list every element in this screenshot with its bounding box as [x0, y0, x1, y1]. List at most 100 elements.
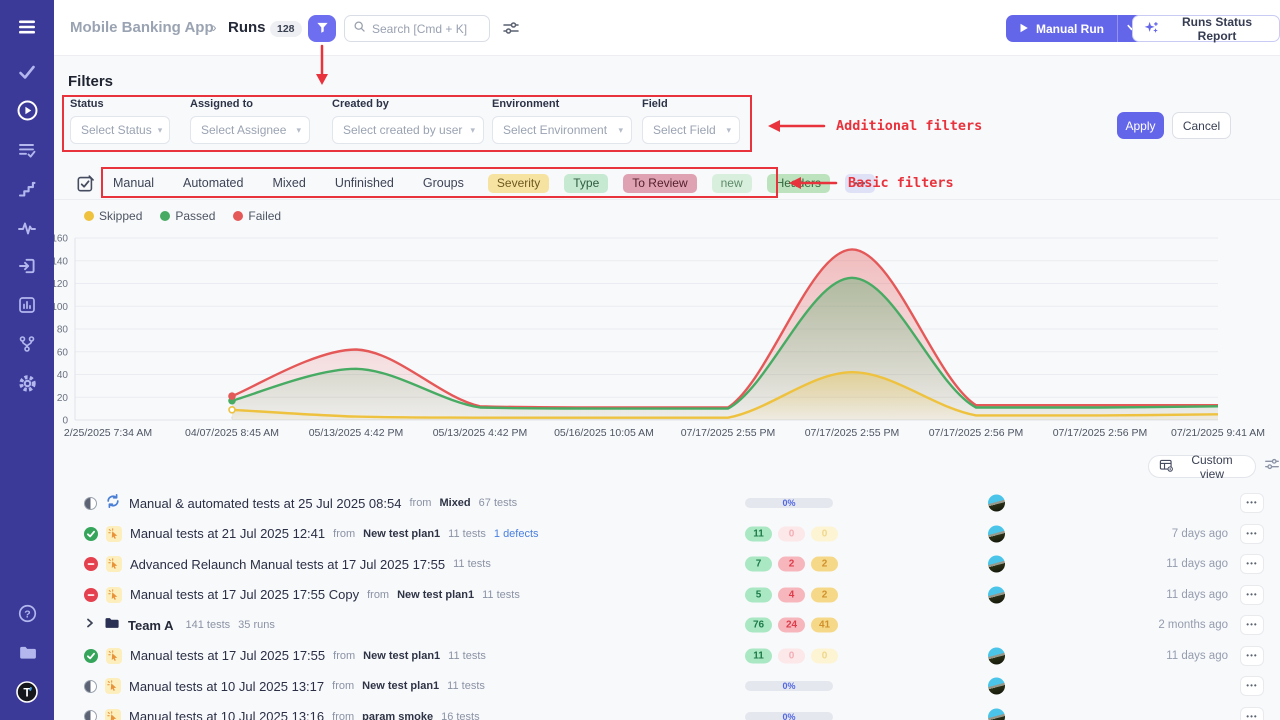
tab-mixed[interactable]: Mixed	[272, 176, 305, 190]
row-menu-button[interactable]: •••	[1240, 707, 1264, 720]
filter-field-environment: EnvironmentSelect Environment▾	[492, 98, 632, 144]
run-tests-count: 16 tests	[441, 711, 480, 720]
skipped-count-badge: 2	[811, 557, 838, 572]
tab-automated[interactable]: Automated	[183, 176, 243, 190]
legend-skipped: Skipped	[84, 209, 142, 223]
in-progress-status-icon	[84, 710, 97, 720]
svg-text:20: 20	[57, 393, 69, 404]
run-title: Manual tests at 17 Jul 2025 17:55	[130, 648, 325, 663]
row-results: 722	[745, 557, 838, 572]
from-label: from	[409, 497, 431, 509]
branch-icon[interactable]	[0, 331, 54, 357]
svg-text:05/13/2025 4:42 PM: 05/13/2025 4:42 PM	[433, 427, 528, 439]
app-logo[interactable]: T	[0, 678, 54, 706]
run-row[interactable]: Manual tests at 17 Jul 2025 17:55fromNew…	[54, 641, 1280, 671]
row-results: 0%	[745, 498, 833, 508]
filter-label: Field	[642, 98, 740, 110]
tag-headers[interactable]: Headers	[767, 174, 830, 193]
bar-chart-icon[interactable]	[0, 292, 54, 318]
stairs-icon[interactable]	[0, 176, 54, 202]
row-menu-button[interactable]: •••	[1240, 646, 1264, 666]
projects-folder-icon[interactable]	[0, 639, 54, 665]
row-menu-button[interactable]: •••	[1240, 676, 1264, 696]
select-placeholder: Select Environment	[503, 123, 607, 137]
legend-dot	[84, 211, 94, 221]
run-row[interactable]: Advanced Relaunch Manual tests at 17 Jul…	[54, 549, 1280, 579]
failed-count-badge: 2	[778, 557, 805, 572]
defects-link[interactable]: 1 defects	[494, 528, 539, 540]
manual-run-split-button[interactable]: Manual Run	[1006, 15, 1145, 42]
row-menu-button[interactable]: •••	[1240, 524, 1264, 544]
tag-severity[interactable]: Severity	[488, 174, 549, 193]
run-row[interactable]: Manual tests at 21 Jul 2025 12:41fromNew…	[54, 519, 1280, 549]
tests-check-icon[interactable]	[0, 59, 54, 85]
svg-text:2/25/2025 7:34 AM: 2/25/2025 7:34 AM	[64, 427, 152, 439]
run-title: Manual tests at 10 Jul 2025 13:17	[129, 679, 324, 694]
pulse-icon[interactable]	[0, 215, 54, 241]
select-created-by[interactable]: Select created by user▾	[332, 116, 484, 144]
compose-check-icon[interactable]	[76, 174, 95, 198]
import-icon[interactable]	[0, 253, 54, 279]
run-row[interactable]: Manual tests at 10 Jul 2025 13:16frompar…	[54, 702, 1280, 720]
breadcrumb-separator: ›	[212, 19, 217, 35]
test-plans-list-check-icon[interactable]	[0, 137, 54, 163]
tab-unfinished[interactable]: Unfinished	[335, 176, 394, 190]
run-row[interactable]: Manual & automated tests at 25 Jul 2025 …	[54, 488, 1280, 518]
run-tests-count: 11 tests	[448, 650, 486, 662]
filter-label: Created by	[332, 98, 484, 110]
skipped-count-badge: 41	[811, 618, 838, 633]
svg-text:100: 100	[54, 302, 68, 313]
run-title: Manual tests at 17 Jul 2025 17:55 Copy	[130, 587, 359, 602]
custom-view-bar: Custom view	[1148, 455, 1280, 478]
help-question-icon[interactable]: ?	[0, 600, 54, 626]
list-settings-sliders-icon[interactable]	[1264, 456, 1280, 477]
manual-run-cursor-icon	[105, 678, 121, 694]
search-input[interactable]	[372, 22, 482, 36]
apply-button[interactable]: Apply	[1117, 112, 1164, 139]
tag-type[interactable]: Type	[564, 174, 608, 193]
search-settings-sliders-icon[interactable]	[502, 19, 520, 42]
svg-text:140: 140	[54, 256, 68, 267]
run-row[interactable]: Manual tests at 17 Jul 2025 17:55 Copy fr…	[54, 580, 1280, 610]
filter-toggle-button[interactable]	[308, 15, 336, 42]
environment-avatar	[988, 678, 1005, 695]
runs-status-report-button[interactable]: Runs Status Report	[1132, 15, 1280, 42]
failed-status-icon	[84, 588, 98, 602]
row-menu-button[interactable]: •••	[1240, 585, 1264, 605]
custom-view-button[interactable]: Custom view	[1148, 455, 1256, 478]
from-label: from	[367, 589, 389, 601]
filter-field-created-by: Created by Select created by user▾	[332, 98, 484, 144]
run-row[interactable]: Manual tests at 10 Jul 2025 13:17fromNew…	[54, 671, 1280, 701]
row-menu-button[interactable]: •••	[1240, 615, 1264, 635]
run-source-plan: param smoke	[362, 711, 433, 720]
select-environment[interactable]: Select Environment▾	[492, 116, 632, 144]
run-time: 11 days ago	[1166, 589, 1228, 601]
cancel-button[interactable]: Cancel	[1172, 112, 1231, 139]
select-field[interactable]: Select Field▾	[642, 116, 740, 144]
row-menu-button[interactable]: •••	[1240, 493, 1264, 513]
select-assigned-to[interactable]: Select Assignee▾	[190, 116, 310, 144]
select-placeholder: Select created by user	[343, 123, 462, 137]
progress-label: 0%	[745, 681, 833, 691]
gear-icon[interactable]	[0, 370, 54, 396]
environment-avatar	[988, 525, 1005, 542]
group-row[interactable]: Team A141 tests35 runs7624412 months ago…	[54, 610, 1280, 640]
select-placeholder: Select Status	[81, 123, 152, 137]
runs-play-circle-icon[interactable]	[0, 97, 54, 123]
run-tests-count: 11 tests	[448, 528, 486, 540]
chevron-right-icon[interactable]	[84, 616, 96, 634]
select-status[interactable]: Select Status▾	[70, 116, 170, 144]
search-box[interactable]	[344, 15, 490, 42]
hamburger-icon[interactable]	[0, 14, 54, 40]
tab-groups[interactable]: Groups	[423, 176, 464, 190]
svg-text:05/13/2025 4:42 PM: 05/13/2025 4:42 PM	[309, 427, 404, 439]
row-menu-button[interactable]: •••	[1240, 554, 1264, 574]
skipped-count-badge: 0	[811, 526, 838, 541]
tab-manual[interactable]: Manual	[113, 176, 154, 190]
play-icon	[1019, 22, 1029, 36]
breadcrumb-project[interactable]: Mobile Banking App	[70, 19, 214, 36]
manual-run-button[interactable]: Manual Run	[1006, 15, 1117, 42]
tag-to-review[interactable]: To Review	[623, 174, 696, 193]
svg-text:120: 120	[54, 279, 68, 290]
tag-new[interactable]: new	[712, 174, 752, 193]
